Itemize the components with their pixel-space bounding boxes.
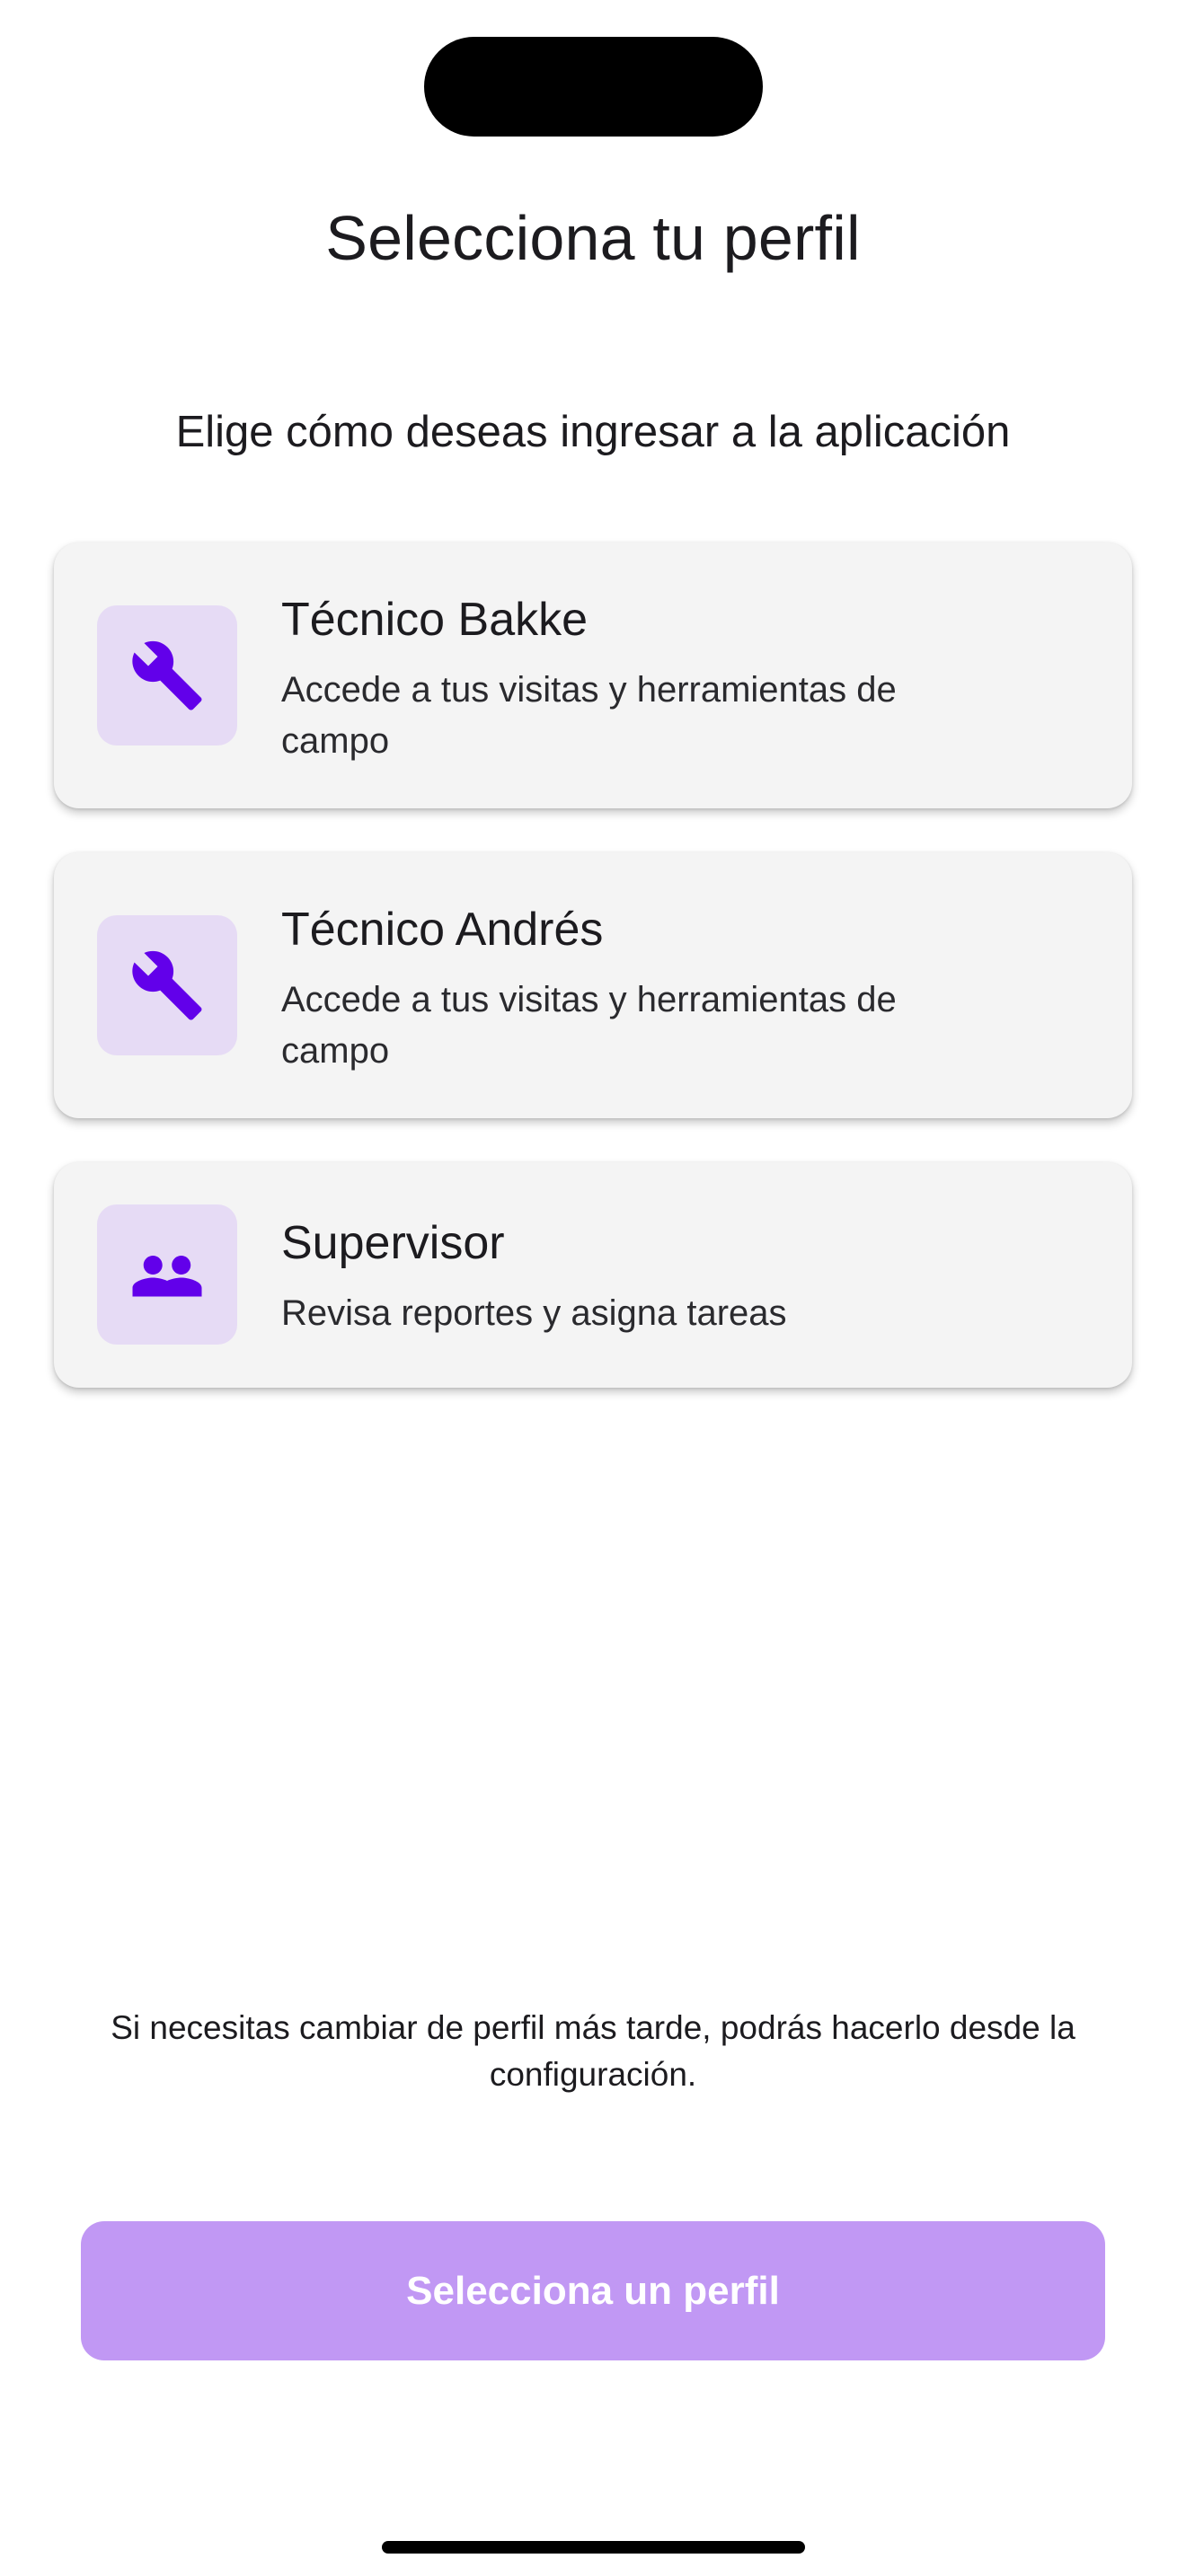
profile-description: Revisa reportes y asigna tareas [281,1293,787,1333]
profile-card-tecnico-bakke[interactable]: Técnico Bakke Accede a tus visitas y her… [54,543,1132,808]
profile-title: Técnico Bakke [281,594,589,646]
profile-card-tecnico-andres[interactable]: Técnico Andrés Accede a tus visitas y he… [54,852,1132,1118]
profile-description: Accede a tus visitas y herramientas de c… [281,670,897,761]
dynamic-island [424,37,763,137]
profile-icon-container [97,1204,237,1345]
profile-title: Supervisor [281,1217,505,1269]
wrench-icon [132,640,202,710]
people-icon [132,1256,202,1297]
page-subtitle: Elige cómo deseas ingresar a la aplicaci… [175,408,1011,456]
profile-card-supervisor[interactable]: Supervisor Revisa reportes y asigna tare… [54,1162,1132,1388]
profile-description: Accede a tus visitas y herramientas de c… [281,980,897,1071]
settings-note: Si necesitas cambiar de perfil más tarde… [111,2009,1075,2093]
wrench-icon [132,950,202,1020]
profile-title: Técnico Andrés [281,904,604,956]
profile-icon-container [97,605,237,745]
select-profile-button[interactable]: Selecciona un perfil [81,2221,1105,2360]
home-indicator[interactable] [382,2541,805,2554]
profile-icon-container [97,915,237,1055]
page-title: Selecciona tu perfil [325,203,861,273]
